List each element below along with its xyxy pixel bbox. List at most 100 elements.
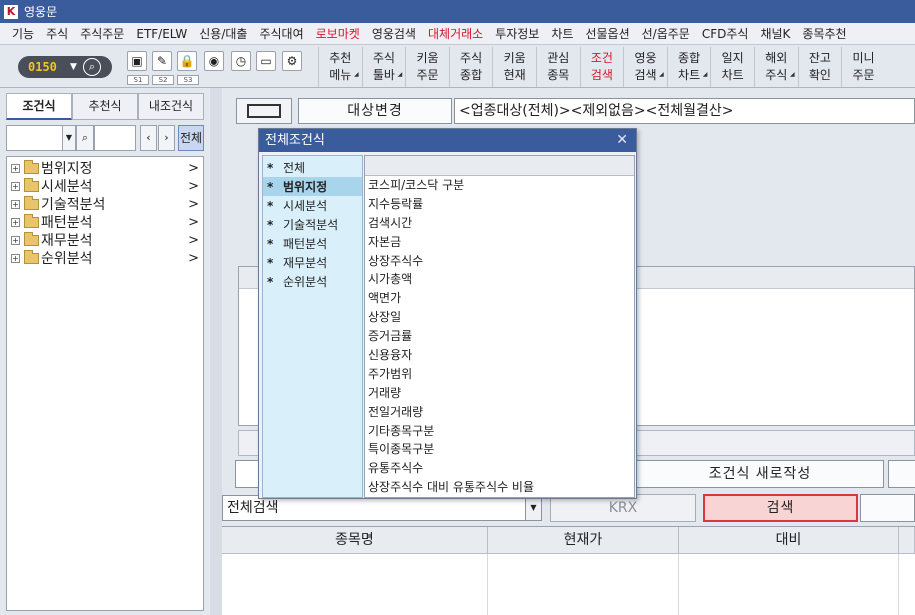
toolbar-button[interactable]: 일지 차트 [710, 47, 754, 87]
toolbar-button[interactable]: 주식 툴바 ◢ [361, 47, 406, 87]
tree-node[interactable]: + 패턴분석 > [7, 213, 203, 231]
menu-item[interactable]: 선/옵주문 [636, 25, 696, 42]
toolbar-button[interactable]: 잔고 확인 [797, 47, 842, 87]
slot-s3[interactable]: S3 [177, 75, 199, 85]
tree-node[interactable]: + 기술적분석 > [7, 195, 203, 213]
field-item[interactable]: 유통주식수 [365, 459, 634, 478]
slot-s2[interactable]: S2 [152, 75, 174, 85]
tree-node[interactable]: + 재무분석 > [7, 231, 203, 249]
category-item[interactable]: * 기술적분석 [263, 215, 362, 234]
close-icon[interactable]: ✕ [616, 129, 628, 152]
save-icon[interactable]: ▣ [127, 51, 147, 71]
tree-node[interactable]: + 시세분석 > [7, 177, 203, 195]
expand-icon[interactable]: + [11, 199, 20, 209]
category-item[interactable]: * 순위분석 [263, 272, 362, 291]
menu-item[interactable]: 차트 [545, 25, 579, 42]
field-item[interactable]: 증거금률 [365, 327, 634, 346]
search-icon[interactable]: ⌕ [82, 58, 101, 76]
extra-button[interactable] [888, 460, 915, 488]
chevron-right-icon[interactable]: > [188, 251, 199, 266]
column-header-price[interactable]: 현재가 [488, 527, 679, 554]
expand-icon[interactable]: + [11, 235, 20, 245]
menu-item[interactable]: 영웅검색 [366, 25, 422, 42]
next-arrow-icon[interactable]: › [158, 125, 175, 151]
chevron-down-icon[interactable]: ▼ [525, 496, 541, 520]
field-item[interactable]: 검색시간 [365, 214, 634, 233]
menu-item[interactable]: ETF/ELW [130, 27, 193, 41]
exit-icon[interactable] [236, 98, 292, 124]
field-item[interactable]: 코스피/코스닥 구분 [365, 176, 634, 195]
gear-icon[interactable]: ⚙ [282, 51, 302, 71]
category-item[interactable]: * 재무분석 [263, 253, 362, 272]
menu-item[interactable]: 대체거래소 [422, 25, 489, 42]
expand-icon[interactable]: + [11, 163, 20, 173]
toolbar-button[interactable]: 키움 주문 [405, 47, 449, 87]
extra-search-button[interactable] [860, 494, 915, 522]
column-header-name[interactable]: 종목명 [222, 527, 488, 554]
chevron-down-icon[interactable]: ▼ [70, 62, 77, 72]
monitor-icon[interactable]: ▭ [256, 51, 276, 71]
menu-item[interactable]: 주식주문 [74, 25, 130, 42]
dialog-title-bar[interactable]: 전체조건식 ✕ [259, 129, 636, 152]
toolbar-button[interactable]: 미니 주문 [841, 47, 885, 87]
toolbar-button[interactable]: 조건 검색 [579, 47, 624, 87]
condition-search-input[interactable] [94, 125, 136, 151]
chevron-right-icon[interactable]: > [188, 233, 199, 248]
toolbar-button[interactable]: 키움 현재 [492, 47, 536, 87]
slot-s1[interactable]: S1 [127, 75, 149, 85]
all-button[interactable]: 전체 [178, 125, 204, 151]
category-item[interactable]: * 전체 [263, 158, 362, 177]
toolbar-button[interactable]: 추천 메뉴 ◢ [318, 47, 362, 87]
chevron-right-icon[interactable]: > [188, 161, 199, 176]
field-item[interactable]: 자본금 [365, 233, 634, 252]
menu-item[interactable]: 종목추천 [796, 25, 852, 42]
menu-item[interactable]: 기능 [6, 25, 40, 42]
toolbar-button[interactable]: 종합 차트 ◢ [666, 47, 711, 87]
field-item[interactable]: 상장주식수 대비 유통주식수 비율 [365, 478, 634, 497]
menu-item[interactable]: 신용/대출 [193, 25, 253, 42]
field-item[interactable]: 전일거래량 [365, 403, 634, 422]
field-item[interactable]: 지수등락률 [365, 195, 634, 214]
category-item[interactable]: * 패턴분석 [263, 234, 362, 253]
field-item[interactable]: 시가총액 [365, 270, 634, 289]
menu-item[interactable]: CFD주식 [696, 25, 755, 42]
menu-item[interactable]: 주식대여 [253, 25, 309, 42]
tree-node[interactable]: + 순위분석 > [7, 249, 203, 267]
column-header-change[interactable]: 대비 [679, 527, 899, 554]
chevron-right-icon[interactable]: > [188, 215, 199, 230]
field-item[interactable]: 특이종목구분 [365, 440, 634, 459]
toolbar-button[interactable]: 관심 종목 [536, 47, 580, 87]
brush-icon[interactable]: ✎ [152, 51, 172, 71]
field-item[interactable]: 상장주식수 [365, 252, 634, 271]
stock-code-value[interactable]: 0150 [28, 60, 68, 74]
menu-item[interactable]: 주식 [40, 25, 74, 42]
expand-icon[interactable]: + [11, 217, 20, 227]
toolbar-button[interactable]: 영웅 검색 ◢ [623, 47, 667, 87]
chevron-down-icon[interactable]: ▼ [62, 125, 76, 151]
tab-my-conditions[interactable]: 내조건식 [138, 93, 204, 120]
chevron-right-icon[interactable]: > [188, 197, 199, 212]
menu-item[interactable]: 로보마켓 [310, 25, 366, 42]
stock-code-combo[interactable]: 0150 ▼ ⌕ [18, 56, 112, 78]
tab-recommended[interactable]: 추천식 [72, 93, 138, 120]
new-condition-button[interactable]: 조건식 새로작성 [636, 460, 884, 488]
category-item[interactable]: * 시세분석 [263, 196, 362, 215]
field-item[interactable]: 신용융자 [365, 346, 634, 365]
category-item[interactable]: * 범위지정 [263, 177, 362, 196]
expand-icon[interactable]: + [11, 181, 20, 191]
toolbar-button[interactable]: 해외 주식 ◢ [754, 47, 798, 87]
field-item[interactable]: 기타종목구분 [365, 422, 634, 441]
menu-item[interactable]: 채널K [754, 25, 796, 42]
field-item[interactable]: 액면가 [365, 289, 634, 308]
prev-arrow-icon[interactable]: ‹ [140, 125, 157, 151]
lock-icon[interactable]: 🔒 [177, 51, 197, 71]
field-item[interactable]: 거래량 [365, 384, 634, 403]
search-icon[interactable]: ⌕ [76, 125, 94, 151]
clock-icon[interactable]: ◷ [231, 51, 251, 71]
toolbar-button[interactable]: 주식 종합 [448, 47, 493, 87]
category-select[interactable] [6, 125, 64, 151]
chevron-right-icon[interactable]: > [188, 179, 199, 194]
field-item[interactable]: 상장일 [365, 308, 634, 327]
camera-icon[interactable]: ◉ [204, 51, 224, 71]
change-target-button[interactable]: 대상변경 [298, 98, 452, 124]
